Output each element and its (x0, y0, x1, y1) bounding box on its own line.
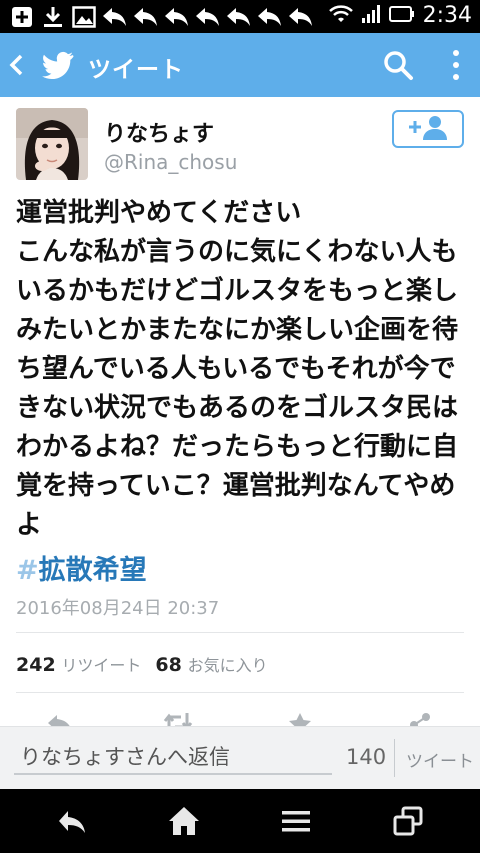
image-icon (70, 4, 97, 29)
retweet-count: 242 (16, 654, 56, 676)
overflow-menu-icon[interactable] (448, 47, 464, 83)
reply-notification-icon (194, 4, 221, 29)
page-title: ツイート (88, 57, 184, 83)
reply-icon[interactable] (46, 710, 74, 726)
home-icon[interactable] (168, 805, 200, 837)
favorite-star-icon[interactable] (286, 710, 314, 726)
reply-input[interactable] (14, 741, 332, 775)
avatar[interactable] (16, 108, 88, 180)
favorite-label: お気に入り (187, 656, 268, 675)
tweet-text: 運営批判やめてください こんな私が言うのに気にくわない人もいるかもだけどゴルスタ… (16, 198, 459, 540)
reply-notification-icon (287, 4, 314, 29)
hashtag-link[interactable]: #拡散希望 (16, 548, 147, 587)
back-icon[interactable] (56, 805, 88, 837)
reply-bar: 140 ツイート (0, 726, 480, 789)
download-icon (39, 4, 66, 29)
app-bar: ツイート (0, 33, 480, 97)
menu-icon[interactable] (280, 805, 312, 837)
reply-notification-icon (163, 4, 190, 29)
clock: 2:34 (422, 3, 472, 28)
divider (16, 632, 464, 633)
user-handle[interactable]: @Rina_chosu (104, 150, 237, 174)
retweet-label: リツイート (61, 656, 142, 675)
hashtag-symbol: # (16, 555, 39, 586)
status-bar: 2:34 (0, 0, 480, 33)
battery-icon (388, 5, 415, 27)
back-chevron-icon[interactable] (8, 53, 26, 77)
add-notification-icon (8, 4, 35, 29)
tweet-send-button[interactable]: ツイート (406, 747, 474, 772)
divider (16, 692, 464, 693)
reply-notification-icon (101, 4, 128, 29)
wifi-icon (328, 4, 353, 28)
favorite-count: 68 (155, 654, 182, 676)
reply-notification-icon (225, 4, 252, 29)
display-name[interactable]: りなちょす (104, 116, 214, 148)
retweet-icon[interactable] (162, 710, 194, 726)
twitter-bird-icon[interactable] (40, 47, 76, 83)
share-icon[interactable] (406, 710, 434, 726)
signal-icon (361, 4, 381, 28)
tweet-stats: 242 リツイート 68 お気に入り (16, 652, 268, 676)
favorite-stat[interactable]: 68 お気に入り (155, 652, 267, 676)
retweet-stat[interactable]: 242 リツイート (16, 652, 141, 676)
add-user-icon (407, 114, 449, 144)
hashtag-text: 拡散希望 (38, 555, 147, 586)
tweet-actions (0, 704, 480, 726)
reply-notification-icon (256, 4, 283, 29)
char-count: 140 (346, 745, 387, 769)
reply-notification-icon (132, 4, 159, 29)
follow-button[interactable] (392, 110, 464, 148)
divider (394, 739, 395, 777)
system-nav-bar (0, 789, 480, 853)
recent-apps-icon[interactable] (392, 805, 424, 837)
timestamp: 2016年08月24日 20:37 (16, 598, 220, 619)
search-icon[interactable] (382, 49, 414, 81)
